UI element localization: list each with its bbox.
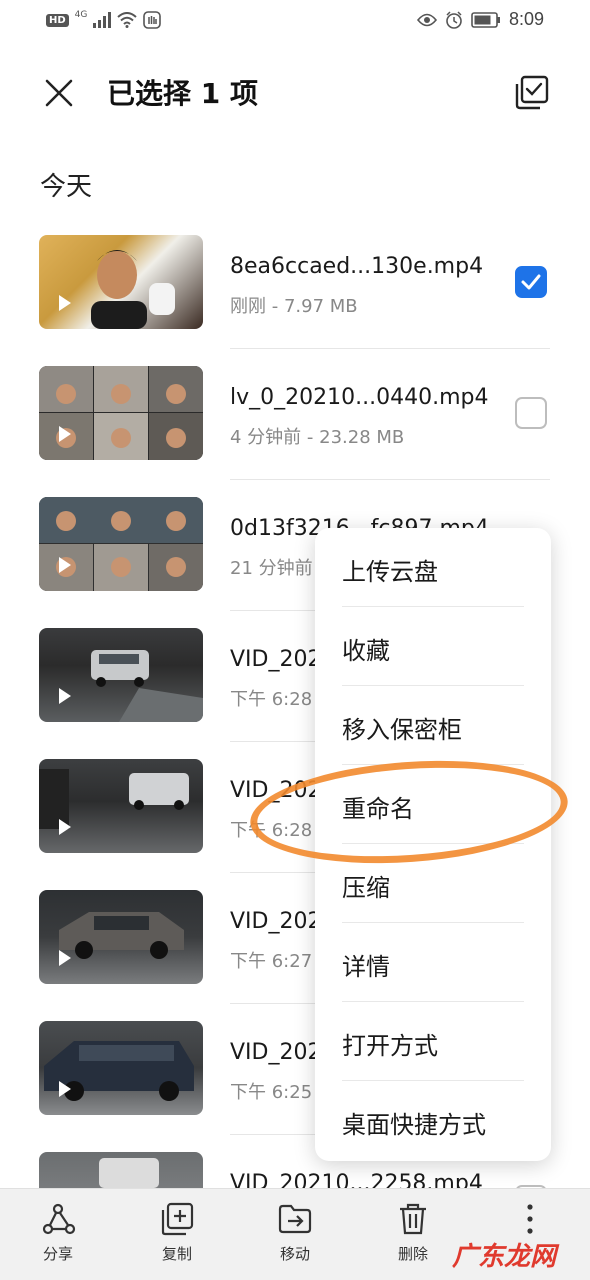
delete-button[interactable]: 删除	[373, 1201, 453, 1273]
move-button[interactable]: 移动	[255, 1201, 335, 1273]
share-button[interactable]: 分享	[18, 1201, 98, 1273]
menu-item-label: 重命名	[342, 795, 414, 823]
trash-icon	[400, 1203, 426, 1235]
menu-item-open-with[interactable]: 打开方式	[315, 1002, 551, 1081]
wifi-icon	[117, 12, 138, 28]
delete-label: 删除	[397, 1245, 428, 1263]
menu-item-label: 压缩	[342, 874, 390, 902]
row-checkbox[interactable]	[515, 397, 547, 429]
menu-item-rename[interactable]: 重命名	[315, 765, 551, 844]
file-meta: 下午 6:27	[230, 951, 313, 972]
play-icon	[59, 950, 71, 966]
row-checkbox[interactable]	[515, 266, 547, 298]
play-icon	[59, 426, 71, 442]
menu-item-label: 收藏	[342, 637, 390, 665]
menu-item-move-to-safe[interactable]: 移入保密柜	[315, 686, 551, 765]
eye-icon	[416, 13, 437, 26]
menu-item-details[interactable]: 详情	[315, 923, 551, 1002]
check-icon	[521, 274, 541, 290]
status-right: 8:09	[416, 9, 544, 30]
close-button[interactable]	[40, 74, 78, 112]
file-meta: 下午 6:28	[230, 820, 313, 841]
copy-label: 复制	[161, 1245, 192, 1263]
file-meta: 刚刚 - 7.97 MB	[230, 296, 358, 317]
play-icon	[59, 688, 71, 704]
video-thumbnail	[39, 235, 203, 329]
file-row[interactable]: 8ea6ccaed...130e.mp4 刚刚 - 7.97 MB	[0, 218, 590, 349]
menu-item-label: 打开方式	[342, 1032, 438, 1060]
menu-item-label: 桌面快捷方式	[342, 1111, 486, 1139]
hand-icon	[143, 11, 162, 29]
network-label: 4G	[74, 10, 88, 20]
video-thumbnail	[39, 366, 203, 460]
menu-item-desktop-shortcut[interactable]: 桌面快捷方式	[315, 1081, 551, 1160]
file-name: VID_202	[230, 647, 322, 672]
battery-icon	[471, 11, 500, 28]
selection-header: 已选择 1 项	[0, 58, 590, 128]
file-meta: 下午 6:25	[230, 1082, 313, 1103]
share-label: 分享	[42, 1245, 73, 1263]
file-name: VID_202	[230, 1040, 322, 1065]
play-icon	[59, 819, 71, 835]
clock: 8:09	[508, 9, 544, 29]
file-name: 8ea6ccaed...130e.mp4	[230, 254, 484, 279]
video-thumbnail	[39, 1021, 203, 1115]
hd-badge: HD	[46, 13, 69, 27]
section-title-today: 今天	[40, 172, 93, 202]
status-bar: HD 4G 8:09	[0, 0, 590, 44]
file-name: VID_202	[230, 778, 322, 803]
copy-button[interactable]: 复制	[137, 1201, 217, 1273]
video-thumbnail	[39, 628, 203, 722]
select-all-icon	[515, 75, 549, 110]
signal-icon	[93, 12, 112, 28]
more-vertical-icon	[527, 1204, 533, 1234]
menu-item-label: 上传云盘	[342, 558, 438, 586]
file-meta: 21 分钟前	[230, 558, 313, 579]
video-thumbnail	[39, 759, 203, 853]
play-icon	[59, 295, 71, 311]
select-all-button[interactable]	[512, 74, 550, 112]
menu-item-compress[interactable]: 压缩	[315, 844, 551, 923]
share-icon	[42, 1203, 76, 1235]
video-thumbnail	[39, 497, 203, 591]
more-options-menu: 上传云盘 收藏 移入保密柜 重命名 压缩 详情 打开方式 桌面快捷方式	[315, 528, 551, 1161]
alarm-icon	[446, 10, 462, 29]
file-row[interactable]: lv_0_20210...0440.mp4 4 分钟前 - 23.28 MB	[0, 349, 590, 480]
menu-item-upload-cloud[interactable]: 上传云盘	[315, 528, 551, 607]
file-meta: 下午 6:28	[230, 689, 313, 710]
menu-item-label: 移入保密柜	[342, 716, 462, 744]
move-label: 移动	[279, 1245, 310, 1263]
file-name: lv_0_20210...0440.mp4	[230, 385, 489, 410]
menu-item-favorite[interactable]: 收藏	[315, 607, 551, 686]
menu-item-label: 详情	[342, 953, 390, 981]
close-icon	[45, 79, 73, 107]
copy-icon	[161, 1202, 194, 1236]
watermark-logo: 广东龙网	[452, 1242, 557, 1272]
file-meta: 4 分钟前 - 23.28 MB	[230, 427, 405, 448]
move-folder-icon	[278, 1204, 312, 1234]
play-icon	[59, 1081, 71, 1097]
video-thumbnail	[39, 890, 203, 984]
file-name: VID_202	[230, 909, 322, 934]
play-icon	[59, 557, 71, 573]
page-title: 已选择 1 项	[107, 77, 258, 110]
status-left: HD 4G	[46, 10, 162, 29]
